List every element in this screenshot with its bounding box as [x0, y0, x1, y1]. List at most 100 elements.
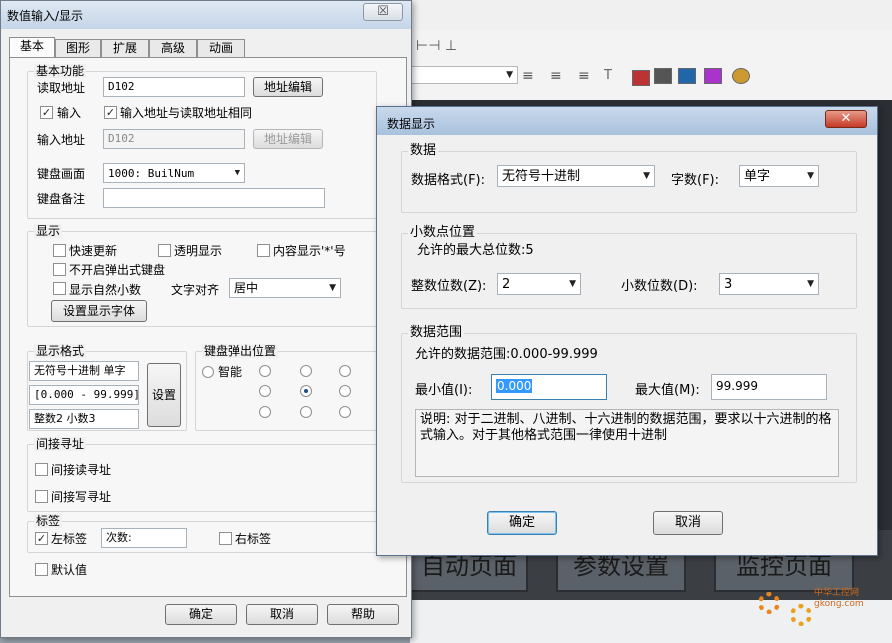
gear-icon	[758, 592, 780, 614]
read-address-field[interactable]: D102	[103, 77, 245, 97]
smart-radio-label: 智能	[218, 365, 243, 379]
tab-extend[interactable]: 扩展	[101, 39, 149, 57]
text-align-select[interactable]: 居中 ▼	[229, 278, 341, 298]
input-address-edit-button[interactable]: 地址编辑	[253, 129, 323, 149]
default-value-label: 默认值	[51, 563, 88, 577]
indirect-write-checkbox[interactable]	[35, 490, 48, 503]
max-value-label: 最大值(M):	[635, 383, 700, 398]
cancel-button[interactable]: 取消	[246, 604, 318, 625]
popup-position-radio[interactable]	[339, 365, 351, 377]
watermark-logo: 中华工控网 gkong.com	[758, 588, 888, 628]
default-value-checkbox[interactable]	[35, 563, 48, 576]
fraction-digits-value: 3	[724, 277, 733, 292]
keyboard-icon[interactable]	[654, 68, 672, 84]
window-title: 数值输入/显示	[7, 9, 84, 23]
words-value: 单字	[744, 169, 771, 184]
content-mask-checkbox[interactable]	[257, 244, 270, 257]
smart-radio[interactable]	[202, 366, 214, 378]
group-title: 显示格式	[34, 344, 87, 358]
indirect-read-label: 间接读寻址	[51, 463, 112, 477]
popup-position-radio[interactable]	[259, 385, 271, 397]
popup-position-radio[interactable]	[300, 385, 312, 397]
close-icon[interactable]: ✕	[825, 110, 867, 128]
chart-icon[interactable]	[678, 68, 696, 84]
natural-decimal-checkbox[interactable]	[53, 282, 66, 295]
tab-advanced[interactable]: 高级	[149, 39, 197, 57]
dialog-title-bar: 数据显示 ✕	[377, 107, 877, 135]
popup-position-radio[interactable]	[339, 385, 351, 397]
user-icon[interactable]	[732, 68, 750, 84]
dialog-ok-button[interactable]: 确定	[487, 511, 557, 535]
popup-position-radio[interactable]	[259, 406, 271, 418]
right-label-checkbox[interactable]	[219, 532, 232, 545]
same-address-checkbox[interactable]: ✓	[104, 106, 117, 119]
integer-digits-label: 整数位数(Z):	[411, 279, 487, 294]
integer-digits-select[interactable]: 2 ▼	[497, 273, 581, 295]
bitmap-icon[interactable]	[632, 70, 650, 86]
tab-basic[interactable]: 基本	[9, 37, 55, 58]
address-edit-button[interactable]: 地址编辑	[253, 77, 323, 97]
keyboard-note-field[interactable]	[103, 188, 325, 208]
same-address-label: 输入地址与读取地址相同	[120, 106, 253, 120]
min-value-field[interactable]: 0.000	[491, 374, 607, 400]
format-set-button[interactable]: 设置	[147, 363, 181, 427]
input-address-label: 输入地址	[37, 133, 86, 147]
fraction-digits-select[interactable]: 3 ▼	[719, 273, 819, 295]
max-digits-text: 允许的最大总位数:5	[417, 243, 534, 258]
keyboard-note-label: 键盘备注	[37, 192, 86, 206]
group-title: 基本功能	[34, 64, 87, 78]
align-tools: ⊢⊣ ⊥	[416, 38, 458, 54]
data-format-select[interactable]: 无符号十进制 ▼	[497, 165, 655, 187]
tab-animation[interactable]: 动画	[197, 39, 245, 57]
description-text: 说明: 对于二进制、八进制、十六进制的数据范围，要求以十六进制的格式输入。对于其…	[420, 412, 832, 443]
font-select[interactable]: ▼	[410, 66, 518, 84]
background-toolbar: ⊢⊣ ⊥ ▼ ≡ ≡ ≡ T	[410, 30, 892, 100]
popup-position-radio[interactable]	[259, 365, 271, 377]
set-display-font-button[interactable]: 设置显示字体	[51, 300, 147, 322]
input-checkbox-label: 输入	[57, 106, 82, 120]
format-type-field: 无符号十进制 单字	[29, 361, 139, 381]
min-value-label: 最小值(I):	[415, 383, 473, 398]
group-title: 显示	[34, 224, 63, 238]
align-left-icon[interactable]: ≡	[522, 68, 534, 84]
quick-update-label: 快速更新	[69, 244, 118, 258]
align-center-icon[interactable]: ≡	[550, 68, 562, 84]
indirect-read-checkbox[interactable]	[35, 463, 48, 476]
left-label-checkbox[interactable]: ✓	[35, 532, 48, 545]
ok-button[interactable]: 确定	[165, 604, 237, 625]
right-label-text: 右标签	[235, 532, 272, 546]
range-text: 允许的数据范围:0.000-99.999	[415, 347, 598, 362]
help-button[interactable]: 帮助	[327, 604, 399, 625]
chevron-down-icon: ▼	[234, 168, 240, 178]
input-checkbox[interactable]: ✓	[40, 106, 53, 119]
input-address-field[interactable]: D102	[103, 129, 245, 149]
label-count-field[interactable]: 次数:	[101, 528, 187, 548]
group-title: 数据	[408, 143, 439, 158]
close-icon[interactable]: ☒	[363, 3, 403, 21]
text-icon[interactable]: T	[604, 68, 612, 83]
dialog-cancel-button[interactable]: 取消	[653, 511, 723, 535]
gear-icon	[790, 604, 812, 626]
group-title: 小数点位置	[408, 225, 478, 240]
quick-update-checkbox[interactable]	[53, 244, 66, 257]
fraction-digits-label: 小数位数(D):	[621, 279, 698, 294]
watermark-text: 中华工控网 gkong.com	[814, 588, 864, 609]
description-textarea: 说明: 对于二进制、八进制、十六进制的数据范围，要求以十六进制的格式输入。对于其…	[415, 409, 839, 477]
read-address-label: 读取地址	[37, 81, 86, 95]
popup-position-radio[interactable]	[339, 406, 351, 418]
max-value-field[interactable]: 99.999	[711, 374, 827, 400]
keyboard-screen-select[interactable]: 1000: BuilNum ▼	[103, 163, 245, 183]
title-bar: 数值输入/显示 ☒	[1, 1, 411, 29]
transparent-checkbox[interactable]	[158, 244, 171, 257]
data-format-value: 无符号十进制	[502, 169, 581, 184]
popup-position-radio[interactable]	[300, 406, 312, 418]
align-right-icon[interactable]: ≡	[578, 68, 590, 84]
no-popup-keyboard-checkbox[interactable]	[53, 263, 66, 276]
left-label-text: 左标签	[51, 532, 88, 546]
natural-decimal-label: 显示自然小数	[69, 283, 142, 297]
tab-graphics[interactable]: 图形	[55, 39, 101, 57]
no-popup-keyboard-label: 不开启弹出式键盘	[69, 263, 166, 277]
words-select[interactable]: 单字 ▼	[739, 165, 819, 187]
table-icon[interactable]	[704, 68, 722, 84]
popup-position-radio[interactable]	[300, 365, 312, 377]
